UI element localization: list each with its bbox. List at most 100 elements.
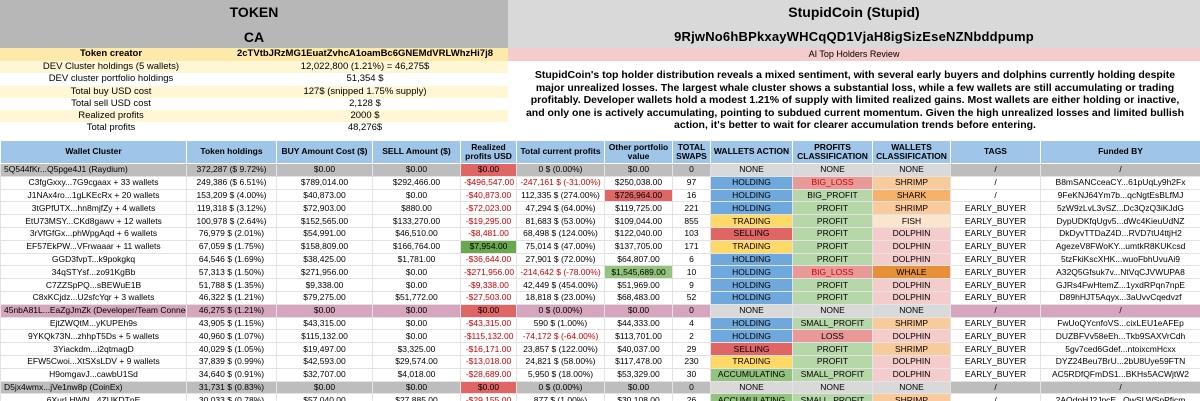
table-cell: -$496,547.00 (460, 175, 517, 190)
table-cell: $113,701.00 (604, 329, 673, 344)
table-cell: EF57EkPW...VFrwaaar + 11 wallets (0, 239, 187, 254)
table-row[interactable]: C3fgGxxy...7G9cgaax + 33 wallets 249,386 … (0, 175, 1200, 190)
table-row[interactable]: C7ZZSpPQ...sBEWuE1B 51,788 $ (1.35%) $9,33… (0, 278, 1200, 292)
token-label: TOKEN (229, 4, 279, 20)
table-row[interactable]: D5jx4wmx...jVe1nw8p (CoinEx) 31,731 $ (0.… (0, 380, 1200, 395)
info-key: Total sell USD cost (71, 97, 151, 109)
table-cell: $250,038.00 (604, 175, 673, 190)
table-cell: EARLY_BUYER (950, 239, 1041, 254)
table-cell: DOLPHIN (872, 290, 951, 305)
table-cell: 0 (672, 303, 711, 318)
table-cell: 3Yiackdm...i2qtmagD (0, 342, 187, 356)
table-cell: 43,905 $ (1.15%) (186, 316, 277, 331)
table-cell: PROFIT (792, 342, 873, 356)
table-cell: EARLY_BUYER (950, 354, 1041, 369)
table-cell: 27,901 $ (72.00%) (516, 252, 605, 267)
table-cell: / (950, 188, 1041, 203)
table-row[interactable]: 3tGPfUTX...hn8mjfZy + 4 wallets 119,318 $… (0, 201, 1200, 216)
table-cell: / (950, 380, 1041, 395)
table-cell: PROFIT (792, 201, 873, 216)
table-cell: HOLDING (710, 175, 793, 190)
table-cell: 23,857 $ (122.00%) (516, 342, 605, 356)
info-row: DEV cluster portfolio holdings 51,354 $ (0, 73, 508, 85)
table-row[interactable]: EF57EkPW...VFrwaaar + 11 wallets 67,059 $… (0, 239, 1200, 254)
table-cell: $0.00 (460, 380, 517, 395)
table-cell: J1NAx4ro...1gLKEcRx + 20 wallets (0, 188, 187, 203)
table-cell: EARLY_BUYER (950, 252, 1041, 267)
table-cell: DypUDKfqUgv5...dWc4KieuUdNZ (1040, 214, 1200, 228)
table-cell: $0.00 (276, 303, 373, 318)
table-row[interactable]: 6XurLHWN...4ZUKDTnE 30,033 $ (0.78%) $57,0… (0, 393, 1200, 401)
table-row[interactable]: 9YKQk73N...zhhpT5Ds + 5 wallets 40,960 $ … (0, 329, 1200, 344)
table-cell: SHRIMP (872, 201, 951, 216)
table-cell: WHALE (872, 265, 951, 280)
table-row[interactable]: EtU73MSY...CKd8gawv + 12 wallets 100,978 … (0, 214, 1200, 228)
table-cell: 9YKQk73N...zhhpT5Ds + 5 wallets (0, 329, 187, 344)
table-cell: $0.00 (604, 380, 673, 395)
contract-address[interactable]: 9RjwNo6hBPkxayWHCqQD1VjaH8igSizEseNZNbdd… (508, 29, 1200, 44)
table-cell: 81,683 $ (53.00%) (516, 214, 605, 228)
table-row[interactable]: H9omgavJ...cawbU1Sd 34,640 $ (0.91%) $32,7… (0, 367, 1200, 382)
table-cell: HOLDING (710, 316, 793, 331)
table-cell: SMALL_PROFIT (792, 316, 873, 331)
table-cell: $68,483.00 (604, 290, 673, 305)
table-cell: $30,108.00 (604, 393, 673, 401)
table-cell: -$43,315.00 (460, 316, 517, 331)
table-cell: C8xKCjdz...U2sfcYqr + 3 wallets (0, 290, 187, 305)
table-cell: $880.00 (372, 201, 461, 216)
table-row[interactable]: 3Yiackdm...i2qtmagD 40,029 $ (1.05%) $19,4… (0, 342, 1200, 356)
table-row[interactable]: C8xKCjdz...U2sfcYqr + 3 wallets 46,322 $ … (0, 290, 1200, 305)
table-cell: $3,325.00 (372, 342, 461, 356)
table-cell: 221 (672, 201, 711, 216)
table-cell: 64,546 $ (1.69%) (186, 252, 277, 267)
table-cell: D89hHJT5Aqyx...3aUvvCqedvzf (1040, 290, 1200, 305)
table-cell: TRADING (710, 354, 793, 369)
table-cell: 97 (672, 175, 711, 190)
table-cell: SHARK (872, 188, 951, 203)
table-body: 5Q544fKr...Q5pge4J1 (Raydium) 372,287 ($ … (0, 163, 1200, 401)
table-cell: DOLPHIN (872, 252, 951, 267)
table-cell: NONE (710, 163, 793, 177)
info-row: Total buy USD cost 127$ (snipped 1.75% su… (0, 85, 508, 98)
table-cell: -$72,023.00 (460, 201, 517, 216)
token-info: Token creator 2cTVtbJRzMG1EuatZvhcA1oamBc… (0, 48, 508, 140)
table-cell: HOLDING (710, 252, 793, 267)
table-cell: $40,037.00 (604, 342, 673, 356)
table-cell: HOLDING (710, 329, 793, 344)
table-cell: 3rVfGfGx...phWpgAqd + 6 wallets (0, 226, 187, 241)
table-cell: DOLPHIN (872, 354, 951, 369)
table-cell: 45nbA81L...EaZgJmZk (Developer/Team Conn… (0, 303, 187, 318)
table-cell: 51,788 $ (1.35%) (186, 278, 277, 292)
table-cell: $57,040.00 (276, 393, 373, 401)
table-row[interactable]: EFW5Cwoi...XtSXsLDV + 9 wallets 37,839 $ … (0, 354, 1200, 369)
table-cell: -74,172 $ (-64.00%) (516, 329, 605, 344)
table-cell: $292,466.00 (372, 175, 461, 190)
table-row[interactable]: 34qSTYsf...zo91KgBb 57,313 $ (1.50%) $271,… (0, 265, 1200, 280)
table-row[interactable]: J1NAx4ro...1gLKEcRx + 20 wallets 153,209 … (0, 188, 1200, 203)
table-cell: $53,329.00 (604, 367, 673, 382)
info-key: DEV cluster portfolio holdings (48, 73, 174, 85)
table-cell: $0.00 (372, 278, 461, 292)
table-cell: FwUoQYcnfoVS...cixLEU1eAFEp (1040, 316, 1200, 331)
table-cell: $1,781.00 (372, 252, 461, 267)
table-row[interactable]: EjtZWQtM...yKUPEh9s 43,905 $ (1.15%) $43,3… (0, 316, 1200, 331)
table-cell: H9omgavJ...cawbU1Sd (0, 367, 187, 382)
table-cell: 31,731 $ (0.83%) (186, 380, 277, 395)
table-cell: $119,725.00 (604, 201, 673, 216)
table-row[interactable]: 45nbA81L...EaZgJmZk (Developer/Team Conn… (0, 303, 1200, 318)
table-cell: $0.00 (604, 303, 673, 318)
table-cell: 42,449 $ (454.00%) (516, 278, 605, 292)
table-cell: $0.00 (372, 380, 461, 395)
table-cell: 0 $ (0.00%) (516, 303, 605, 318)
table-cell: / (1040, 163, 1200, 177)
table-row[interactable]: 5Q544fKr...Q5pge4J1 (Raydium) 372,287 ($ … (0, 163, 1200, 177)
table-cell: SHRIMP (872, 393, 951, 401)
table-cell: 855 (672, 214, 711, 228)
table-cell: -214,642 $ (-78.00%) (516, 265, 605, 280)
table-cell: ACCUMULATING (710, 367, 793, 382)
table-row[interactable]: 3rVfGfGx...phWpgAqd + 6 wallets 76,979 $ … (0, 226, 1200, 241)
table-row[interactable]: GGD3fvpT...k9pokgkq 64,546 $ (1.69%) $38,4… (0, 252, 1200, 267)
column-header: Realized profits USD (460, 140, 517, 164)
table-cell: 877 $ (1.00%) (516, 393, 605, 401)
table-cell: 47,294 $ (64.00%) (516, 201, 605, 216)
